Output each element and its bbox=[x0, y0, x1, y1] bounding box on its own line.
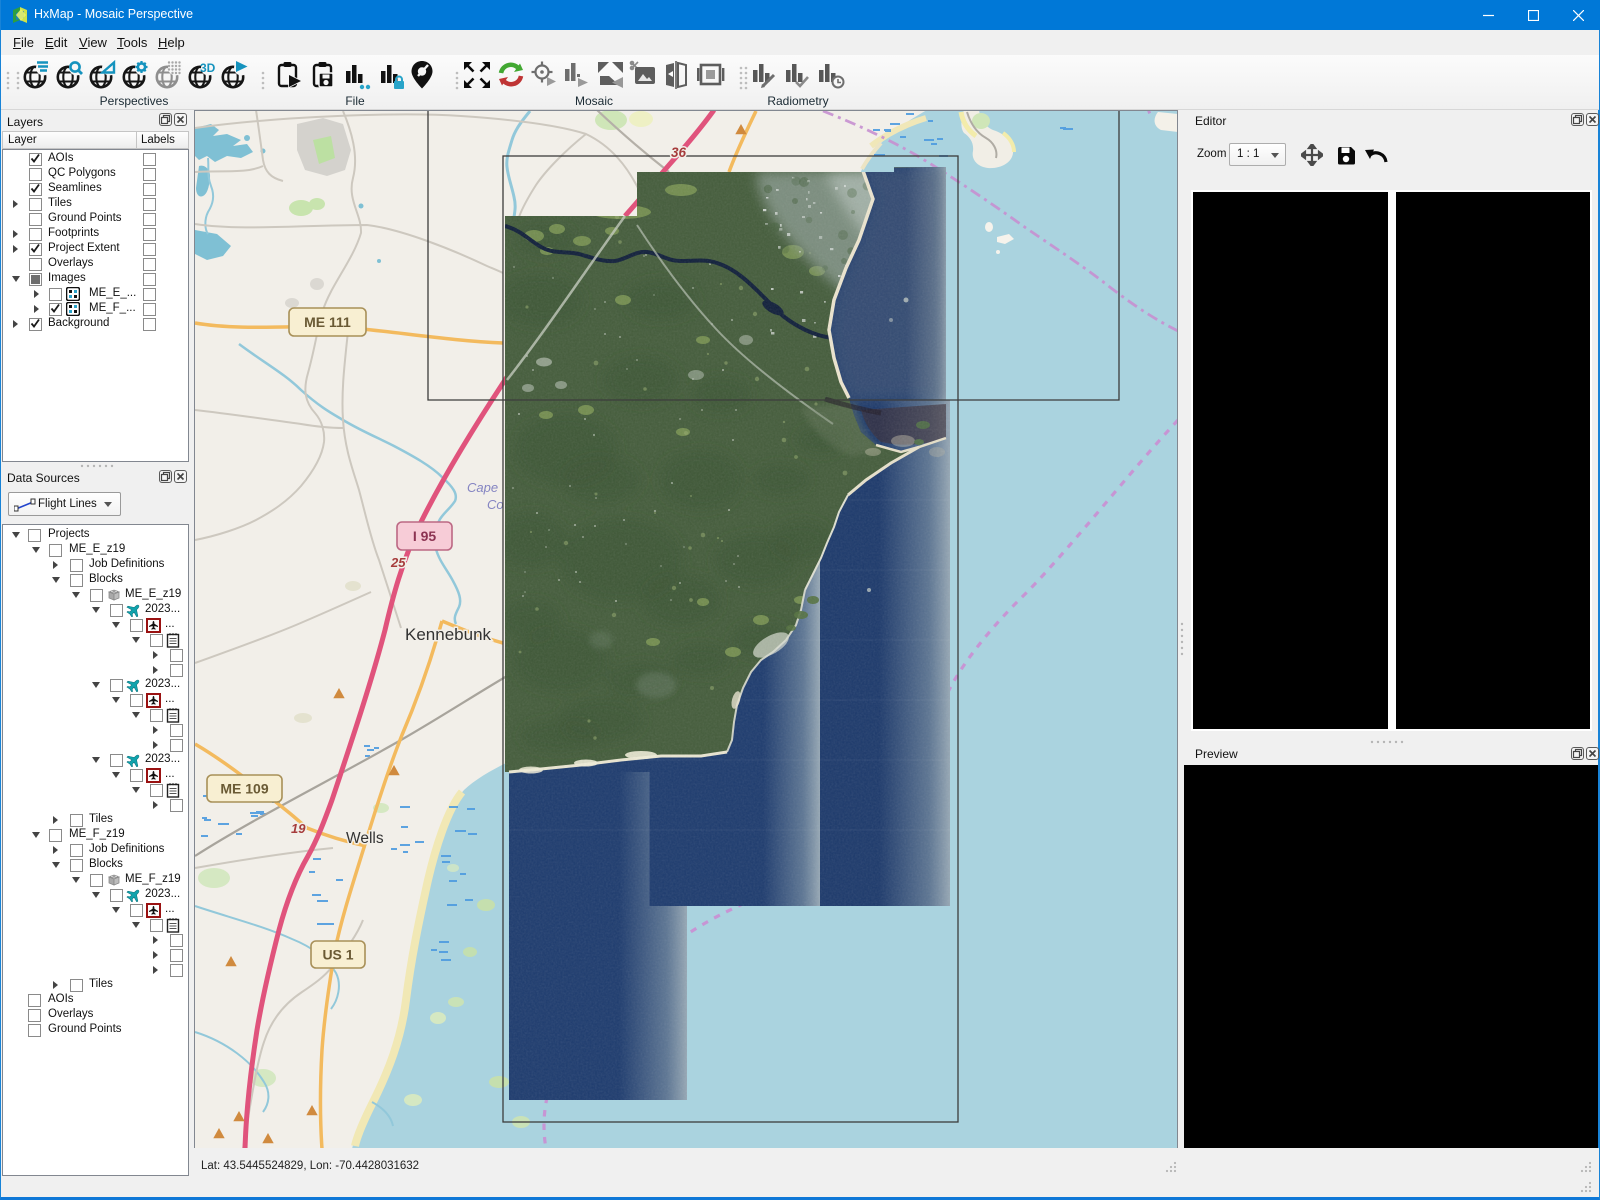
svg-text:ME 109: ME 109 bbox=[220, 781, 268, 797]
svg-text:Co: Co bbox=[487, 497, 504, 512]
svg-text:Wells: Wells bbox=[346, 830, 384, 847]
svg-text:3D: 3D bbox=[200, 61, 216, 75]
svg-text:36: 36 bbox=[671, 145, 687, 160]
svg-text:ME 111: ME 111 bbox=[304, 314, 351, 330]
svg-text:Kennebunk: Kennebunk bbox=[405, 625, 492, 644]
svg-text:19: 19 bbox=[291, 821, 306, 836]
svg-text:25: 25 bbox=[390, 555, 406, 570]
svg-text:Cape: Cape bbox=[467, 480, 498, 495]
svg-text:US 1: US 1 bbox=[322, 947, 353, 963]
svg-text:I 95: I 95 bbox=[413, 528, 437, 544]
